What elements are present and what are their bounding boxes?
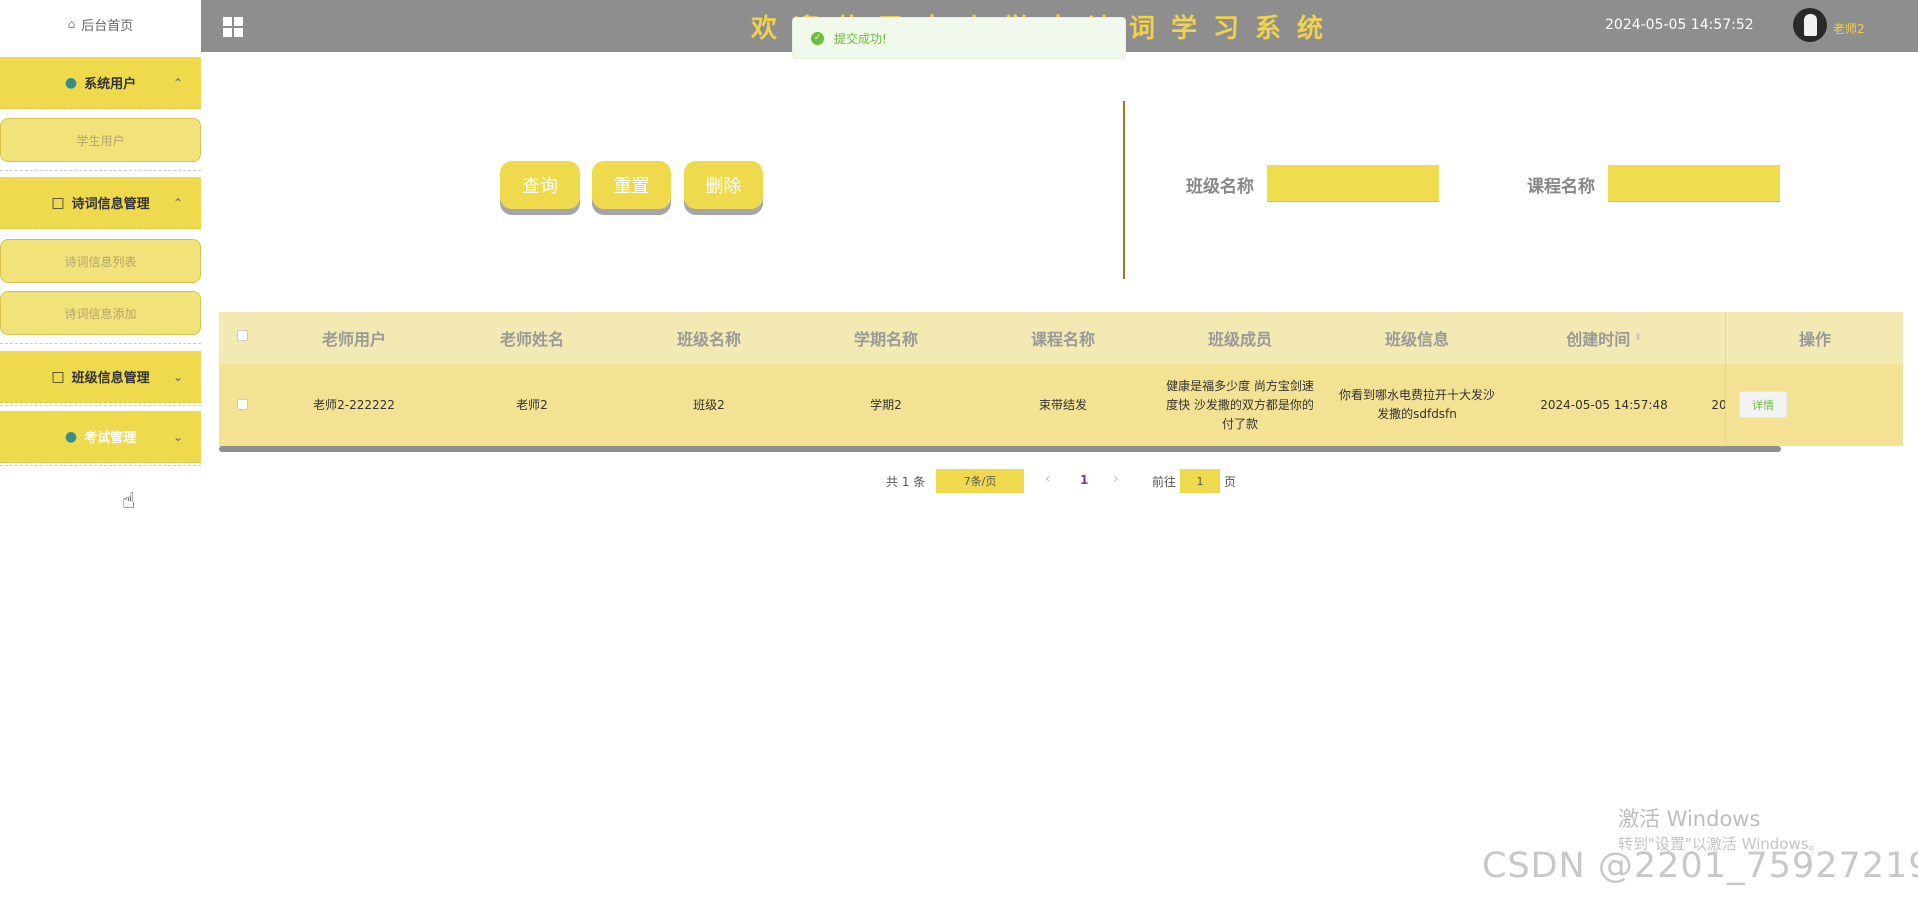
- menu-item-label: 诗词信息列表: [64, 254, 137, 269]
- column-header: 学期名称: [853, 330, 918, 349]
- reset-button[interactable]: 重置: [592, 161, 671, 209]
- prev-page-icon[interactable]: ‹: [1045, 471, 1051, 487]
- menu-divider: [0, 343, 201, 344]
- menu-divider: [0, 170, 201, 171]
- menu-item-poem-add[interactable]: 诗词信息添加: [0, 291, 201, 335]
- chevron-up-icon: ⌃: [172, 195, 183, 210]
- horizontal-scrollbar[interactable]: [219, 446, 1781, 452]
- chevron-up-icon: ⌃: [172, 75, 183, 90]
- menu-divider: [0, 465, 201, 466]
- column-header: 老师用户: [321, 330, 386, 349]
- goto-label: 前往: [1152, 475, 1177, 489]
- user-icon: ●: [64, 74, 78, 91]
- course-name-input[interactable]: [1608, 165, 1780, 202]
- menu-item-poem-list[interactable]: 诗词信息列表: [0, 239, 201, 283]
- grid-menu-icon[interactable]: [223, 17, 243, 37]
- menu-label: 系统用户: [84, 77, 137, 92]
- table-header: 老师用户 老师姓名 班级名称 学期名称 课程名称 班级成员 班级信息 创建时间 …: [219, 312, 1903, 364]
- chevron-down-icon: ⌄: [172, 369, 183, 384]
- page-unit-label: 页: [1224, 475, 1237, 489]
- toast-message: 提交成功!: [834, 31, 887, 46]
- home-label: 后台首页: [81, 18, 134, 34]
- action-column: 操作: [1725, 312, 1903, 446]
- course-name-label: 课程名称: [1527, 177, 1595, 197]
- user-name[interactable]: 老师2: [1833, 20, 1865, 37]
- class-name-input[interactable]: [1267, 165, 1439, 202]
- column-header-label: 创建时间: [1566, 330, 1631, 349]
- avatar[interactable]: [1793, 8, 1827, 42]
- menu-divider: [0, 405, 201, 406]
- goto-page-input[interactable]: 1: [1180, 469, 1220, 493]
- page-number[interactable]: 1: [1080, 473, 1088, 487]
- menu-system-users[interactable]: ● 系统用户 ⌃: [0, 57, 201, 109]
- cell-class-name: 班级2: [693, 397, 725, 412]
- pagination-total: 共 1 条: [886, 475, 926, 489]
- column-header-created-at[interactable]: 创建时间 ⇕: [1539, 312, 1669, 364]
- vertical-divider: [1123, 101, 1125, 279]
- menu-poem-management[interactable]: □ 诗词信息管理 ⌃: [0, 177, 201, 229]
- column-header: 班级名称: [676, 330, 741, 349]
- edit-icon: □: [51, 368, 65, 385]
- success-toast: ✓ 提交成功!: [792, 17, 1126, 59]
- csdn-watermark: CSDN @2201_75927219: [1482, 846, 1918, 886]
- next-page-icon[interactable]: ›: [1113, 471, 1119, 487]
- column-header: 课程名称: [1030, 330, 1095, 349]
- cell-teacher-user: 老师2-222222: [313, 397, 395, 412]
- table-row: 老师2-222222 老师2 班级2 学期2 束带结发 健康是福多少度 尚方宝剑…: [219, 364, 1903, 446]
- menu-item-label: 学生用户: [76, 133, 125, 148]
- menu-label: 班级信息管理: [71, 371, 150, 386]
- sidebar: ⌂ 后台首页 ● 系统用户 ⌃ 学生用户 □ 诗词信息管理 ⌃ 诗词信息列表 诗…: [0, 0, 201, 470]
- delete-button[interactable]: 删除: [684, 161, 763, 209]
- current-datetime: 2024-05-05 14:57:52: [1605, 17, 1754, 33]
- globe-icon: ●: [64, 428, 78, 445]
- row-checkbox[interactable]: [237, 399, 248, 410]
- windows-activation-title: 激活 Windows: [1618, 807, 1761, 831]
- column-header: 班级成员: [1207, 330, 1272, 349]
- menu-item-student-users[interactable]: 学生用户: [0, 118, 201, 162]
- query-button[interactable]: 查询: [500, 161, 580, 209]
- column-header: 老师姓名: [499, 330, 564, 349]
- menu-exam-management[interactable]: ● 考试管理 ⌄: [0, 411, 201, 463]
- cell-created-at: 2024-05-05 14:57:48: [1540, 397, 1668, 412]
- sidebar-home-link[interactable]: ⌂ 后台首页: [0, 0, 201, 48]
- menu-item-label: 诗词信息添加: [64, 306, 137, 321]
- menu-class-management[interactable]: □ 班级信息管理 ⌄: [0, 351, 201, 403]
- class-name-label: 班级名称: [1186, 177, 1254, 197]
- check-circle-icon: ✓: [811, 31, 824, 45]
- cell-class-info: 你看到哪水电费拉开十大发沙发撒的sdfdsfn: [1339, 388, 1496, 421]
- hand-cursor-icon: ☝: [122, 489, 136, 514]
- cell-teacher-name: 老师2: [516, 397, 548, 412]
- page-size-select[interactable]: 7条/页: [936, 469, 1024, 493]
- select-all-checkbox[interactable]: [237, 330, 248, 341]
- chevron-down-icon: ⌄: [172, 429, 183, 444]
- menu-label: 考试管理: [84, 431, 137, 446]
- cell-members: 健康是福多少度 尚方宝剑速度快 沙发撒的双方都是你的付了款: [1166, 378, 1314, 431]
- cell-course-name: 束带结发: [1038, 397, 1087, 412]
- menu-label: 诗词信息管理: [71, 197, 150, 212]
- cell-term-name: 学期2: [870, 397, 902, 412]
- edit-icon: □: [51, 194, 65, 211]
- column-header: 班级信息: [1384, 330, 1449, 349]
- column-header: 操作: [1798, 330, 1831, 349]
- sort-icon[interactable]: ⇕: [1634, 333, 1642, 343]
- home-icon: ⌂: [67, 17, 76, 31]
- detail-button[interactable]: 详情: [1739, 391, 1787, 418]
